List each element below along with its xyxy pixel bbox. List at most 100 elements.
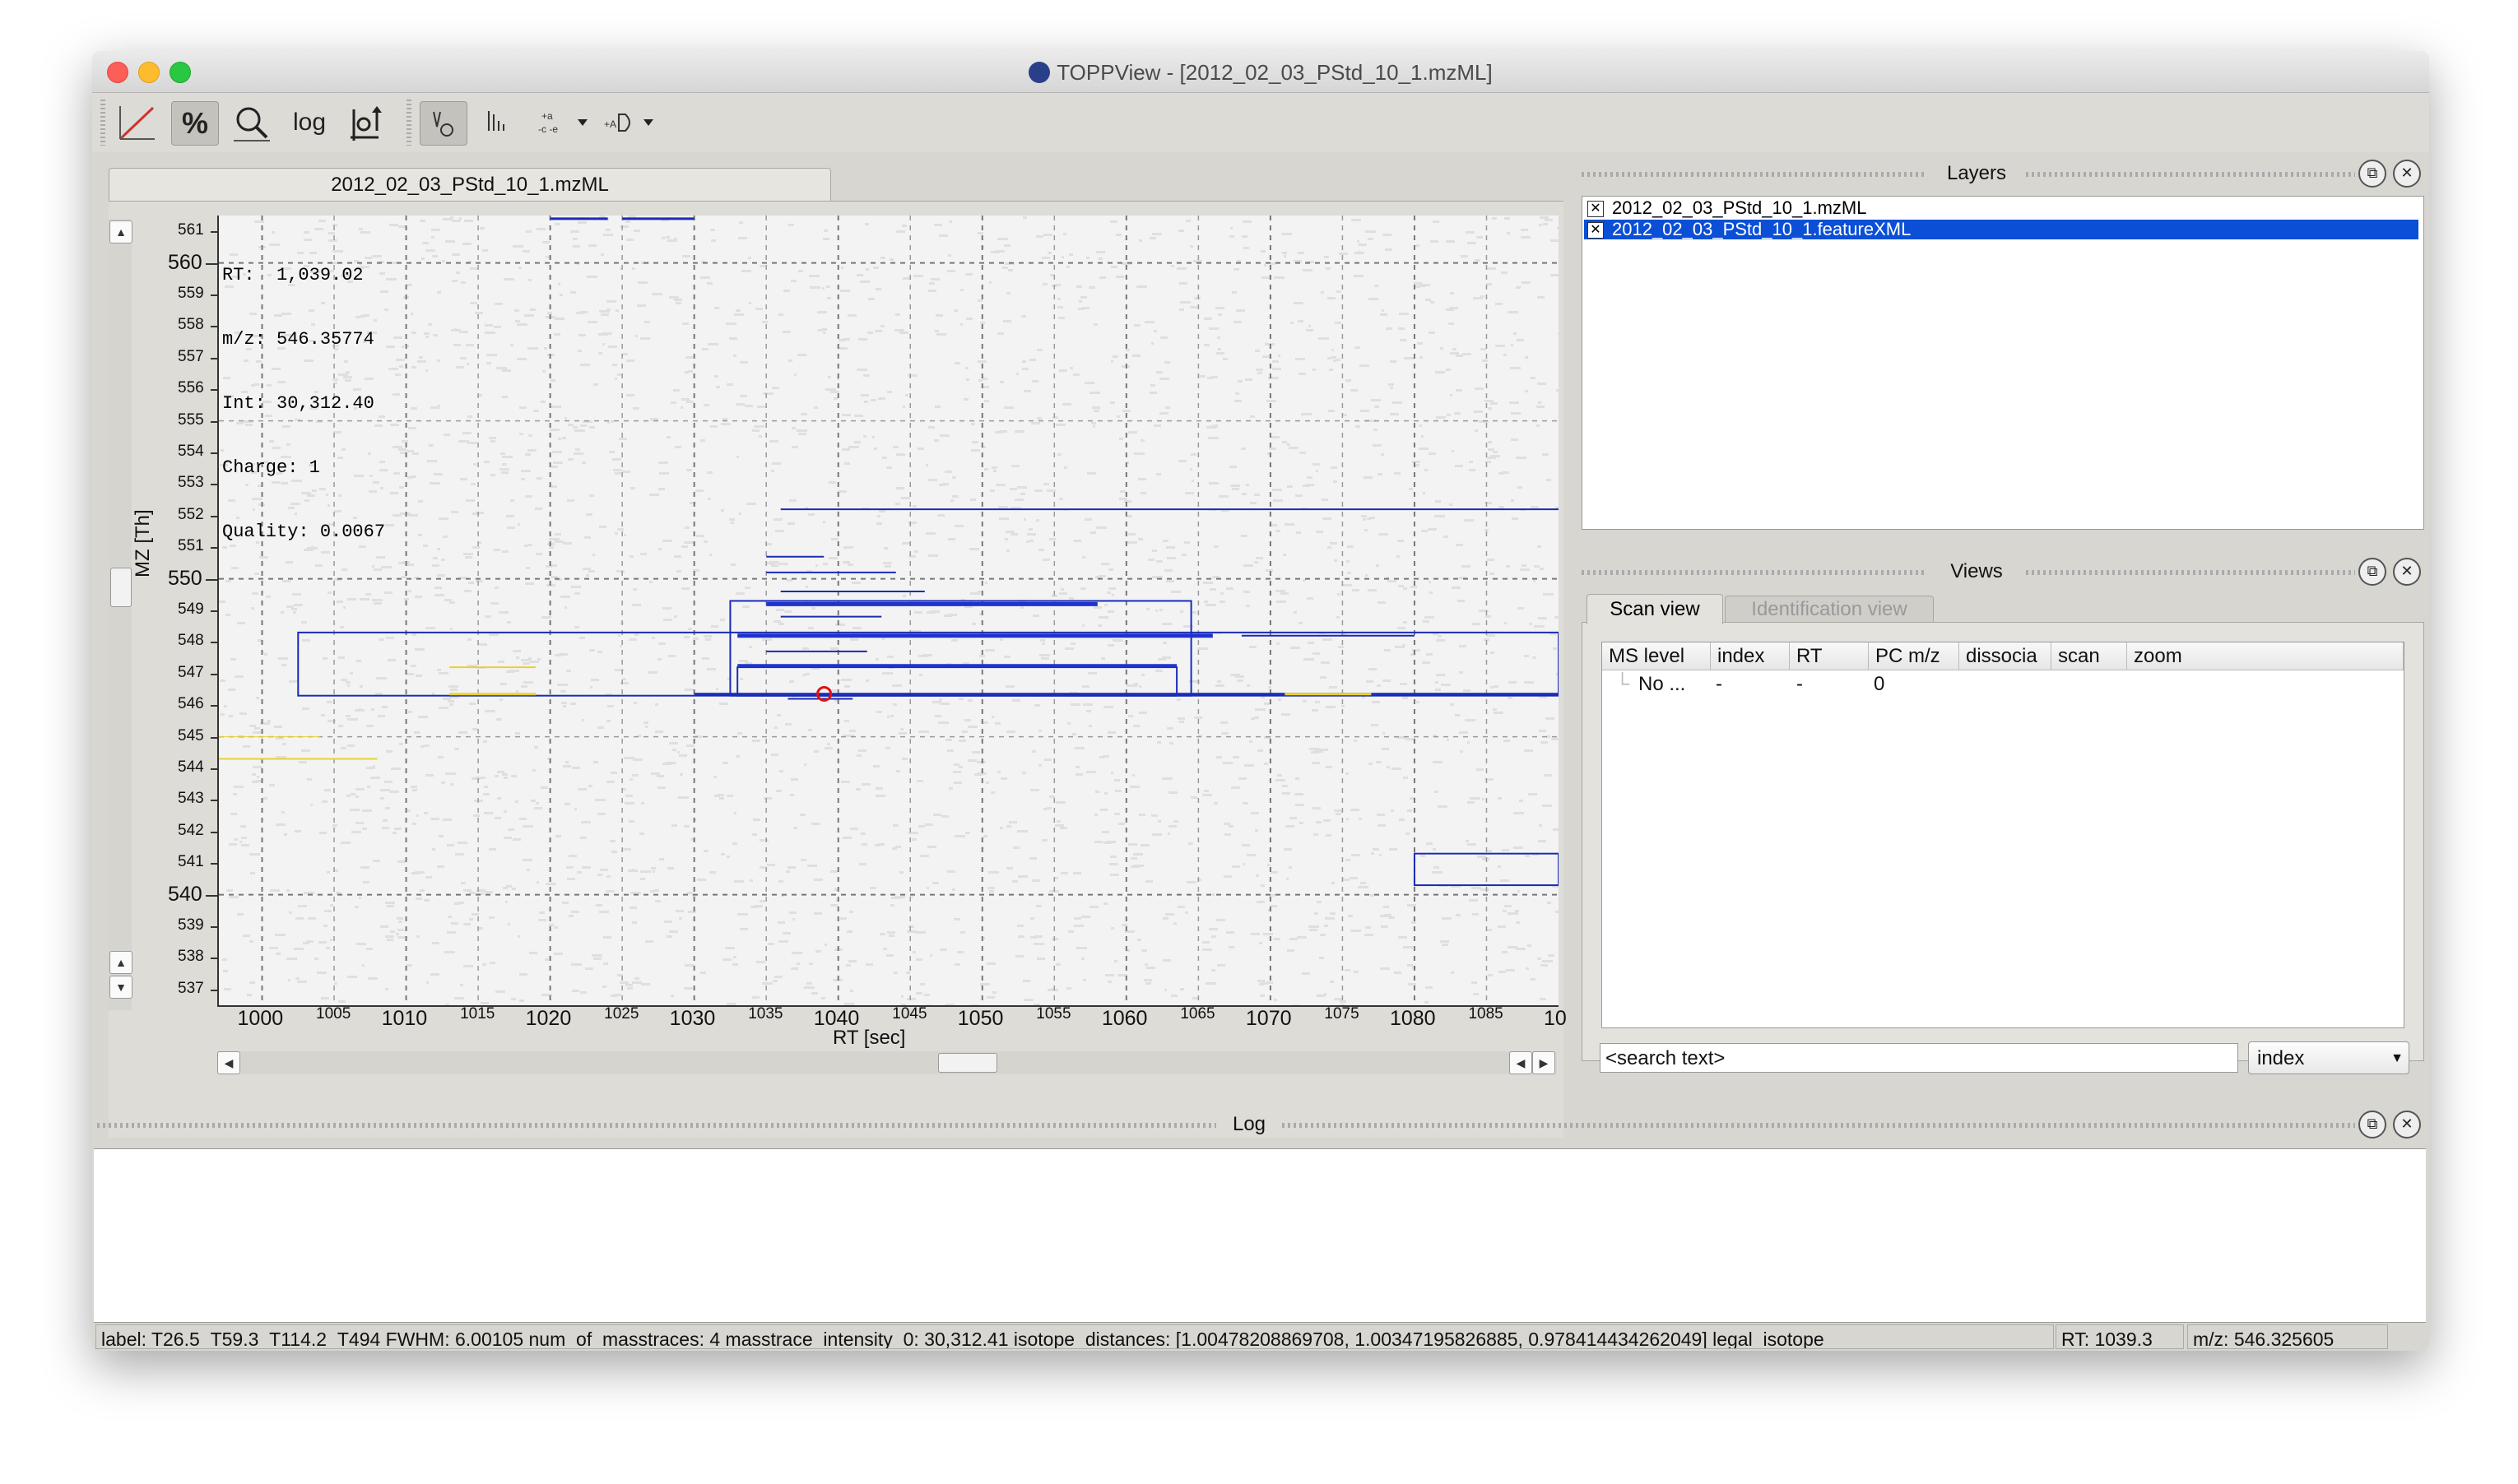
tab-scan-view[interactable]: Scan view (1587, 594, 1723, 624)
float-dock-icon[interactable]: ⧉ (2358, 1111, 2386, 1139)
svg-text:+a: +a (541, 110, 553, 122)
show-projections-button[interactable] (344, 101, 390, 144)
log-intensity-button[interactable]: log (286, 101, 332, 144)
y-tick-label: 552 (178, 505, 204, 523)
feature-box (729, 600, 1192, 697)
tab-identification-view[interactable]: Identification view (1725, 596, 1934, 623)
horizontal-scrollbar[interactable]: ◀ ◀ ▶ (217, 1051, 1557, 1074)
float-dock-icon[interactable]: ⧉ (2358, 558, 2386, 586)
y-tick-mark (211, 452, 217, 454)
col-zoom[interactable]: zoom (2127, 642, 2404, 670)
x-tick-label-minor: 1085 (1468, 1005, 1503, 1023)
peaks-icon (433, 111, 453, 137)
y-tick-mark (211, 989, 217, 991)
col-scan[interactable]: scan (2051, 642, 2127, 670)
y-tick-label: 546 (178, 695, 204, 713)
scroll-left-arrow-icon[interactable]: ◀ (1509, 1051, 1532, 1074)
y-tick-mark (211, 831, 217, 833)
status-mz: m/z: 546.325605 (2187, 1324, 2388, 1349)
y-tick-mark (211, 484, 217, 486)
percentage-intensity-button[interactable]: % (171, 101, 219, 146)
snap-intensity-button[interactable] (229, 101, 275, 144)
show-features-button[interactable]: +a -c -e (533, 101, 596, 144)
col-index[interactable]: index (1711, 642, 1790, 670)
show-peaks-button[interactable] (420, 101, 467, 146)
y-tick-mark (211, 926, 217, 928)
col-rt[interactable]: RT (1790, 642, 1869, 670)
x-tick-label: 1010 (381, 1007, 428, 1030)
y-axis-label: MZ [Th] (132, 509, 154, 577)
y-tick-label: 553 (178, 474, 204, 492)
noise-layer (219, 216, 1559, 1005)
col-dissociation[interactable]: dissocia (1959, 642, 2051, 670)
y-tick-label: 558 (178, 316, 204, 334)
y-tick-label: 544 (178, 758, 204, 776)
y-tick-mark (211, 768, 217, 770)
y-tick-mark (211, 389, 217, 392)
magnifier-icon (234, 107, 270, 141)
tab-spectrum-file[interactable]: 2012_02_03_PStd_10_1.mzML (109, 168, 831, 202)
info-quality: Quality: 0.0067 (222, 522, 386, 542)
y-tick-mark (211, 736, 217, 739)
y-tick-label: 561 (178, 221, 204, 239)
scroll-left-arrow-icon[interactable]: ◀ (217, 1051, 240, 1074)
y-tick-label: 555 (178, 410, 204, 429)
svg-text:-c -e: -c -e (538, 123, 558, 135)
scroll-right-arrow-icon[interactable]: ▶ (1532, 1051, 1555, 1074)
float-dock-icon[interactable]: ⧉ (2358, 160, 2386, 188)
vertical-scroll-thumb[interactable] (110, 568, 132, 607)
x-tick-label-minor: 1025 (604, 1005, 639, 1023)
y-tick-label: 538 (178, 948, 204, 966)
y-tick-label: 541 (178, 853, 204, 871)
y-tick-label: 560 (168, 250, 202, 274)
layer-checkbox[interactable]: ✕ (1587, 201, 1604, 218)
percent-icon: % (181, 106, 208, 140)
scan-table: MS level index RT PC m/z dissocia scan z… (1601, 642, 2404, 1028)
layer-item[interactable]: ✕ 2012_02_03_PStd_10_1.mzML (1587, 198, 2417, 218)
log-output[interactable] (94, 1148, 2426, 1323)
layer-checkbox[interactable]: ✕ (1587, 222, 1604, 239)
info-intensity: Int: 30,312.40 (222, 393, 374, 414)
y-tick-label: 540 (168, 882, 202, 906)
scroll-down-arrow-icon[interactable]: ▼ (109, 976, 132, 999)
vertical-scrollbar[interactable]: ▲ ▲ ▼ (109, 219, 132, 1010)
y-tick-label: 545 (178, 726, 204, 744)
search-input[interactable]: <search text> (1600, 1043, 2238, 1073)
x-tick-label: 1080 (1389, 1007, 1436, 1030)
y-tick-label: 548 (178, 632, 204, 650)
info-charge: Charge: 1 (222, 457, 320, 478)
log-label: log (292, 109, 327, 136)
close-dock-icon[interactable]: ✕ (2393, 160, 2421, 188)
close-dock-icon[interactable]: ✕ (2393, 558, 2421, 586)
x-tick-label-minor: 1005 (316, 1005, 351, 1023)
x-tick-label: 1000 (237, 1007, 284, 1030)
toolbar: % log +a -c -e +A (92, 93, 2429, 152)
show-centroids-button[interactable] (477, 101, 523, 144)
close-dock-icon[interactable]: ✕ (2393, 1111, 2421, 1139)
y-tick-label: 556 (178, 379, 204, 397)
linear-intensity-button[interactable] (114, 101, 160, 144)
layer-label: 2012_02_03_PStd_10_1.mzML (1612, 197, 1867, 218)
y-tick-mark (211, 294, 217, 296)
col-ms-level[interactable]: MS level (1602, 642, 1711, 670)
horizontal-scroll-thumb[interactable] (938, 1053, 997, 1073)
plot-canvas[interactable]: RT: 1,039.02 m/z: 546.35774 Int: 30,312.… (217, 216, 1559, 1007)
x-axis-label: RT [sec] (833, 1027, 906, 1049)
info-rt: RT: 1,039.02 (222, 265, 364, 285)
layers-dock-title: Layers (1946, 162, 2007, 184)
scroll-up-arrow-icon[interactable]: ▲ (109, 951, 132, 974)
chevron-down-icon: ▼ (2390, 1051, 2404, 1065)
label-options-button[interactable]: +A (601, 101, 663, 144)
layers-list: ✕ 2012_02_03_PStd_10_1.mzML ✕ 2012_02_03_P… (1582, 196, 2424, 530)
search-field-select[interactable]: index ▼ (2248, 1041, 2409, 1074)
y-tick-mark (206, 262, 217, 265)
col-pc-mz[interactable]: PC m/z (1869, 642, 1959, 670)
y-tick-label: 543 (178, 790, 204, 808)
app-window: TOPPView - [2012_02_03_PStd_10_1.mzML] %… (92, 51, 2429, 1351)
layer-item-selected[interactable]: ✕ 2012_02_03_PStd_10_1.featureXML (1584, 220, 2418, 239)
y-tick-label: 557 (178, 347, 204, 365)
y-tick-mark (211, 231, 217, 234)
feature-icon: +a-c -e (538, 110, 588, 135)
scroll-up-arrow-icon[interactable]: ▲ (109, 220, 132, 243)
views-dock-title: Views (1950, 560, 2003, 582)
